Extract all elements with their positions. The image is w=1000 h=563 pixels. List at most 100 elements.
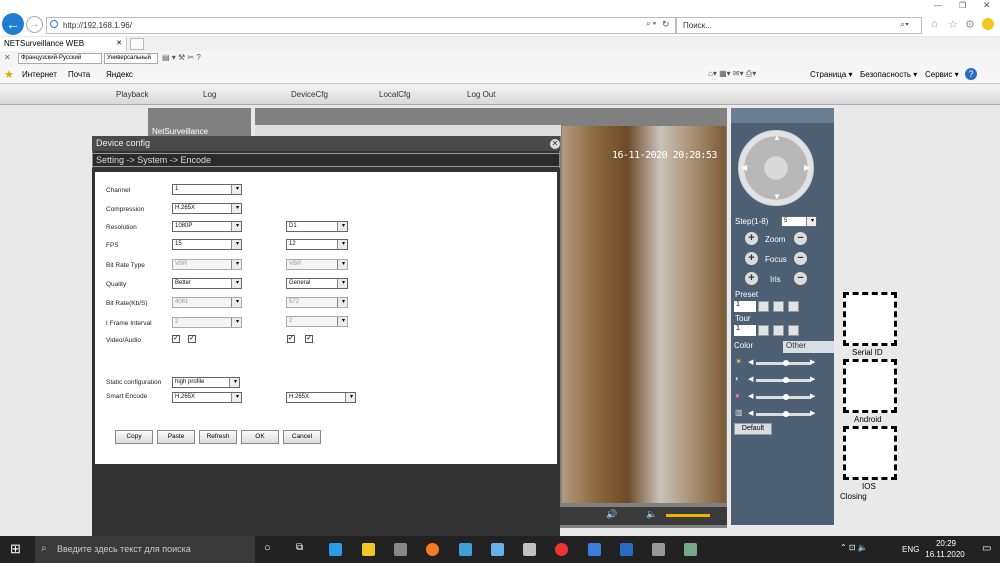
app-icon-2[interactable] (491, 543, 504, 556)
refresh-icon[interactable]: ↻ (662, 19, 670, 30)
resolution-main-select[interactable]: 1080P ▾ (172, 221, 242, 232)
minimize-icon[interactable]: — (934, 1, 942, 10)
main-audio-checkbox[interactable]: ✓ (188, 335, 196, 343)
speaker-icon[interactable]: 🔊 (606, 509, 617, 520)
nav-localcfg[interactable]: LocalCfg (379, 90, 411, 99)
camera-video-feed[interactable] (562, 126, 726, 503)
file-explorer-icon[interactable] (362, 543, 375, 556)
hue-slider[interactable] (756, 411, 811, 417)
ok-button[interactable]: OK (241, 430, 279, 444)
ptz-down-icon[interactable]: ▼ (773, 192, 781, 201)
cancel-button[interactable]: Cancel (283, 430, 321, 444)
help-icon[interactable]: ? (965, 68, 977, 80)
language-select[interactable]: Французский-Русский (18, 53, 102, 64)
tab-color[interactable]: Color (731, 341, 783, 353)
favorites-star-icon[interactable]: ☆ (948, 18, 958, 31)
brightness-slider[interactable] (756, 360, 811, 366)
iframe-extra-select[interactable]: 2 ▾ (286, 316, 348, 327)
ptz-left-icon[interactable]: ◀ (741, 163, 747, 172)
brightness-decrease-icon[interactable]: ◀ (748, 358, 753, 366)
firefox-icon[interactable] (426, 543, 439, 556)
tab-netsurveillance[interactable]: NETSurveillance WEB ✕ (0, 37, 127, 51)
bitrate-main-select[interactable]: 4061 ▾ (172, 297, 242, 308)
mute-icon[interactable]: 🔈 (646, 509, 657, 520)
notifications-icon[interactable]: ▭ (982, 543, 991, 554)
contrast-decrease-icon[interactable]: ◀ (748, 375, 753, 383)
close-toolbar-icon[interactable]: ✕ (4, 53, 11, 62)
cortana-icon[interactable]: ○ (264, 542, 271, 554)
favorites-icon[interactable]: ★ (4, 68, 14, 81)
fav-internet[interactable]: Интернет (22, 70, 57, 79)
mode-select[interactable]: Универсальный (104, 53, 158, 64)
zoom-out-button[interactable]: − (794, 232, 807, 245)
search-icon[interactable]: ⌕▾ (900, 19, 909, 30)
fps-main-select[interactable]: 15 ▾ (172, 239, 242, 250)
compression-select[interactable]: H.265X ▾ (172, 203, 242, 214)
extra-video-checkbox[interactable]: ✓ (287, 335, 295, 343)
search-dropdown-icon[interactable]: ⌕ ▾ (646, 19, 656, 29)
settings-gear-icon[interactable]: ⚙ (965, 18, 975, 31)
fav-yandex[interactable]: Яндекс (106, 70, 133, 79)
smart-encode-extra-select[interactable]: H.265X ▾ (286, 392, 356, 403)
refresh-button[interactable]: Refresh (199, 430, 237, 444)
dialog-close-icon[interactable]: ✕ (550, 139, 560, 149)
step-select[interactable]: 5 ▾ (781, 216, 817, 227)
quality-main-select[interactable]: Better ▾ (172, 278, 242, 289)
restore-icon[interactable]: ❐ (959, 1, 966, 10)
main-video-checkbox[interactable]: ✓ (172, 335, 180, 343)
ptz-up-icon[interactable]: ▲ (773, 133, 781, 142)
smiley-feedback-icon[interactable] (982, 18, 994, 30)
closing-link[interactable]: Closing (840, 492, 867, 501)
bitrate-type-extra-select[interactable]: VBR ▾ (286, 259, 348, 270)
preset-input[interactable]: 1 (734, 301, 756, 312)
nav-log[interactable]: Log (203, 90, 216, 99)
bitrate-extra-select[interactable]: 572 ▾ (286, 297, 348, 308)
channel-select[interactable]: 1 ▾ (172, 184, 242, 195)
tray-icons[interactable]: ⌃ ⊡ 🔈 (840, 543, 868, 552)
tour-play-button[interactable] (758, 325, 769, 336)
tour-input[interactable]: 1 (734, 325, 756, 336)
task-view-icon[interactable]: ⧉ (296, 542, 303, 553)
menu-tools[interactable]: Сервис ▾ (925, 70, 959, 79)
bitrate-type-main-select[interactable]: VBR ▾ (172, 259, 242, 270)
translate-tools-icon[interactable]: ▤ ▾ ⚒ ✂ ? (162, 53, 201, 62)
zoom-in-button[interactable]: + (745, 232, 758, 245)
preset-goto-button[interactable] (758, 301, 769, 312)
new-tab-button[interactable] (130, 38, 144, 50)
command-icons[interactable]: ⌂▾ ▦▾ ✉▾ ⎙▾ (708, 69, 756, 79)
contrast-slider[interactable] (756, 377, 811, 383)
nav-logout[interactable]: Log Out (467, 90, 495, 99)
menu-page[interactable]: Страница ▾ (810, 70, 853, 79)
extra-audio-checkbox[interactable]: ✓ (305, 335, 313, 343)
iris-close-button[interactable]: − (794, 272, 807, 285)
clock-time[interactable]: 20:29 (929, 539, 963, 548)
chrome-icon[interactable] (555, 543, 568, 556)
menu-security[interactable]: Безопасность ▾ (860, 70, 917, 79)
back-button[interactable]: ← (2, 13, 24, 35)
quality-extra-select[interactable]: General ▾ (286, 278, 348, 289)
search-input[interactable]: Поиск... (676, 17, 922, 34)
windows-start-icon[interactable]: ⊞ (10, 542, 24, 556)
saturation-slider[interactable] (756, 394, 811, 400)
smart-encode-main-select[interactable]: H.265X ▾ (172, 392, 242, 403)
store-icon[interactable] (394, 543, 407, 556)
nav-playback[interactable]: Playback (116, 90, 148, 99)
resolution-extra-select[interactable]: D1 ▾ (286, 221, 348, 232)
ptz-right-icon[interactable]: ▶ (804, 163, 810, 172)
default-button[interactable]: Default (734, 423, 772, 435)
focus-out-button[interactable]: − (794, 252, 807, 265)
forward-button[interactable]: → (26, 16, 43, 33)
saturation-increase-icon[interactable]: ▶ (810, 392, 815, 400)
volume-slider[interactable] (666, 514, 710, 517)
copy-button[interactable]: Copy (115, 430, 153, 444)
focus-in-button[interactable]: + (745, 252, 758, 265)
iframe-main-select[interactable]: 2 ▾ (172, 317, 242, 328)
preset-remove-button[interactable] (788, 301, 799, 312)
fav-mail[interactable]: Почта (68, 70, 90, 79)
paste-button[interactable]: Paste (157, 430, 195, 444)
tab-close-icon[interactable]: ✕ (116, 37, 122, 51)
internet-explorer-icon[interactable] (620, 543, 633, 556)
edge-icon[interactable] (329, 543, 342, 556)
tour-stop-button[interactable] (773, 325, 784, 336)
hue-decrease-icon[interactable]: ◀ (748, 409, 753, 417)
